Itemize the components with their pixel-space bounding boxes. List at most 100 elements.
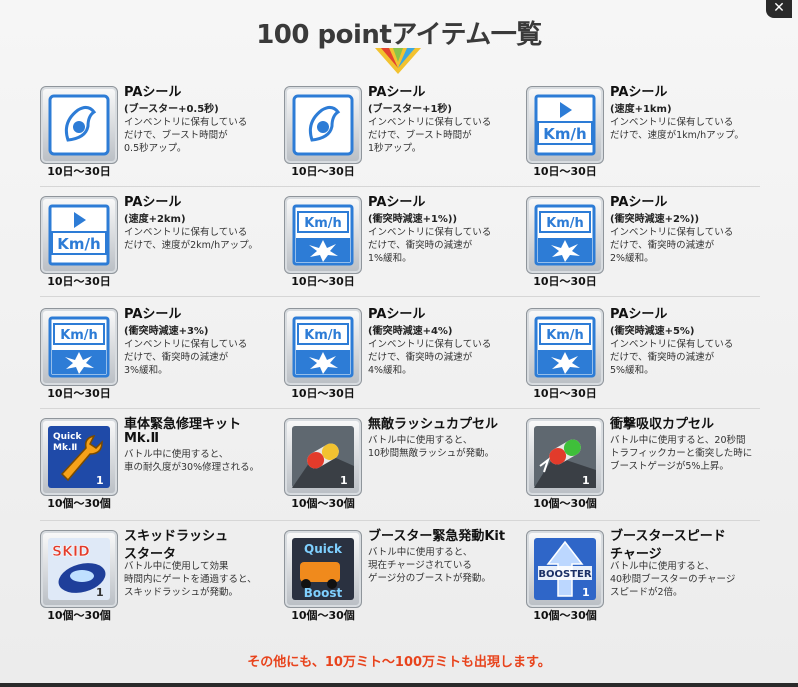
item-name: PAシール [610, 85, 668, 100]
item-period: 10個～30個 [533, 497, 597, 510]
item-period: 10日～30日 [533, 165, 597, 178]
page-title: 100 pointアイテム一覧 [256, 20, 542, 50]
item-period: 10個～30個 [291, 609, 355, 622]
item-name: PAシール [124, 85, 182, 100]
svg-text:1: 1 [340, 474, 348, 487]
item-subtitle: (ブースター+0.5秒) [124, 104, 219, 115]
item-name: 車体緊急修理キット [124, 417, 242, 432]
svg-text:1: 1 [96, 586, 104, 599]
item-card[interactable]: SKID 1 10個～30個 スキッドラッシュ スタータ バトル中に使用して効果 時間内に… [40, 530, 280, 630]
item-subtitle: (衝突時減速+2%)) [610, 214, 700, 225]
item-name: スキッドラッシュ [124, 529, 229, 544]
item-icon-frame: SKID 1 [40, 530, 118, 608]
item-card[interactable]: 10日～30日 PAシール (ブースター+0.5秒) インベントリに保有している だけで… [40, 86, 280, 186]
pa-seal-boost-icon [48, 94, 110, 156]
item-description-line: だけで、衝突時の減速が [610, 240, 715, 251]
item-description-line: 3%緩和。 [124, 365, 168, 376]
svg-text:1: 1 [582, 586, 590, 599]
item-card[interactable]: Quick Boost 10個～30個 ブースター緊急発動Kit バトル中に使用すると… [284, 530, 524, 630]
item-subtitle: Mk.Ⅱ [124, 431, 160, 446]
item-description-line: バトル中に使用すると、20秒間 [610, 435, 746, 446]
svg-text:Quick: Quick [304, 542, 343, 556]
invincible-capsule-icon: 1 [292, 426, 354, 488]
item-description-line: だけで、ブースト時間が [368, 130, 472, 141]
item-description-line: バトル中に使用すると、 [368, 547, 473, 558]
item-period: 10個～30個 [47, 497, 111, 510]
item-description-line: だけで、速度が2km/hアップ。 [124, 240, 258, 251]
item-period: 10日～30日 [47, 275, 111, 288]
item-card[interactable]: 1 10個～30個 衝撃吸収カプセルバトル中に使用すると、20秒間 トラフィックカーと… [526, 418, 766, 518]
item-description-line: インベントリに保有している [610, 227, 734, 238]
item-card[interactable]: Km/h 10日～30日 PAシール (衝突時減速+5%) インベントリに保有している… [526, 308, 766, 408]
item-period: 10日～30日 [533, 387, 597, 400]
item-description-line: バトル中に使用すると、 [610, 561, 715, 572]
svg-text:Km/h: Km/h [304, 328, 342, 343]
item-card[interactable]: Km/h 10日～30日 PAシール (衝突時減速+3%) インベントリに保有している… [40, 308, 280, 408]
item-icon-frame: Km/h [526, 86, 604, 164]
quick-repair-icon: Quick Mk.Ⅱ 1 [48, 426, 110, 488]
item-list-panel: ✕ 100 pointアイテム一覧 10日～30日 PAシール (ブースター+0.5… [0, 0, 798, 687]
svg-text:1: 1 [582, 474, 590, 487]
svg-text:BOOSTER: BOOSTER [538, 569, 591, 580]
svg-text:Quick: Quick [53, 432, 82, 442]
item-icon-frame: Km/h [526, 196, 604, 274]
item-subtitle: (衝突時減速+1%)) [368, 214, 458, 225]
svg-text:Km/h: Km/h [543, 125, 586, 143]
item-description-line: だけで、ブースト時間が [124, 130, 228, 141]
item-icon-frame: Km/h [526, 308, 604, 386]
row-divider [40, 520, 760, 521]
pa-seal-speed-icon: Km/h [534, 94, 596, 156]
item-icon-frame: 1 [526, 418, 604, 496]
pa-seal-speed-icon: Km/h [48, 204, 110, 266]
item-description-line: 時間内にゲートを通過すると、 [124, 574, 257, 585]
item-subtitle: (ブースター+1秒) [368, 104, 452, 115]
item-icon-frame: 1 [284, 418, 362, 496]
item-description-line: 1%緩和。 [368, 253, 412, 264]
item-period: 10個～30個 [47, 609, 111, 622]
item-icon-frame: Km/h [284, 308, 362, 386]
item-description-line: 現在チャージされている [368, 560, 472, 571]
item-subtitle: (衝突時減速+5%) [610, 326, 695, 337]
item-period: 10日～30日 [47, 165, 111, 178]
item-card[interactable]: Km/h 10日～30日 PAシール (速度+1km) インベントリに保有している だけで… [526, 86, 766, 186]
item-description-line: だけで、衝突時の減速が [610, 352, 715, 363]
item-description-line: ゲージ分のブーストが発動。 [368, 573, 491, 584]
item-description-line: バトル中に使用して効果 [124, 561, 229, 572]
item-card[interactable]: Km/h 10日～30日 PAシール (衝突時減速+2%)) インベントリに保有してい… [526, 196, 766, 296]
svg-text:Km/h: Km/h [60, 328, 98, 343]
item-description-line: インベントリに保有している [124, 339, 248, 350]
skid-rush-icon: SKID 1 [48, 538, 110, 600]
item-name: 衝撃吸収カプセル [610, 417, 715, 432]
title-decoration-icon [375, 48, 421, 74]
item-icon-frame: Quick Mk.Ⅱ 1 [40, 418, 118, 496]
item-description-line: トラフィックカーと衝突した時に [610, 448, 753, 459]
item-subtitle: (衝突時減速+3%) [124, 326, 209, 337]
item-description-line: 車の耐久度が30%修理される。 [124, 462, 260, 473]
item-card[interactable]: 1 10個～30個 無敵ラッシュカプセル バトル中に使用すると、 10秒間無敵ラッシュが… [284, 418, 524, 518]
item-icon-frame: BOOSTER 1 [526, 530, 604, 608]
item-icon-frame: Km/h [40, 196, 118, 274]
item-period: 10日～30日 [533, 275, 597, 288]
svg-text:Mk.Ⅱ: Mk.Ⅱ [53, 443, 77, 453]
item-name: PAシール [368, 85, 426, 100]
item-description-line: インベントリに保有している [610, 339, 734, 350]
item-description-line: 1秒アップ。 [368, 143, 422, 154]
item-name: ブースタースピード [610, 529, 726, 544]
svg-text:Boost: Boost [304, 586, 343, 600]
item-subtitle: (衝突時減速+4%) [368, 326, 453, 337]
item-period: 10日～30日 [291, 275, 355, 288]
item-name: PAシール [124, 195, 182, 210]
item-description-line: 40秒間ブースターのチャージ [610, 574, 736, 585]
pa-seal-impact-icon: Km/h [534, 316, 596, 378]
item-card[interactable]: Km/h 10日～30日 PAシール (衝突時減速+4%) インベントリに保有している… [284, 308, 524, 408]
row-divider [40, 296, 760, 297]
item-card[interactable]: BOOSTER 1 10個～30個 ブースタースピード チャージ バトル中に使用すると、… [526, 530, 766, 630]
item-card[interactable]: Km/h 10日～30日 PAシール (速度+2km) インベントリに保有している だけで… [40, 196, 280, 296]
item-card[interactable]: 10日～30日 PAシール (ブースター+1秒) インベントリに保有している だけで、ブ… [284, 86, 524, 186]
item-subtitle: (速度+1km) [610, 104, 672, 115]
item-description-line: ブーストゲージが5%上昇。 [610, 461, 729, 472]
item-card[interactable]: Km/h 10日～30日 PAシール (衝突時減速+1%)) インベントリに保有してい… [284, 196, 524, 296]
row-divider [40, 408, 760, 409]
item-card[interactable]: Quick Mk.Ⅱ 1 10個～30個 車体緊急修理キット Mk.Ⅱ バトル中に使用す… [40, 418, 280, 518]
item-description-line: だけで、速度が1km/hアップ。 [610, 130, 744, 141]
